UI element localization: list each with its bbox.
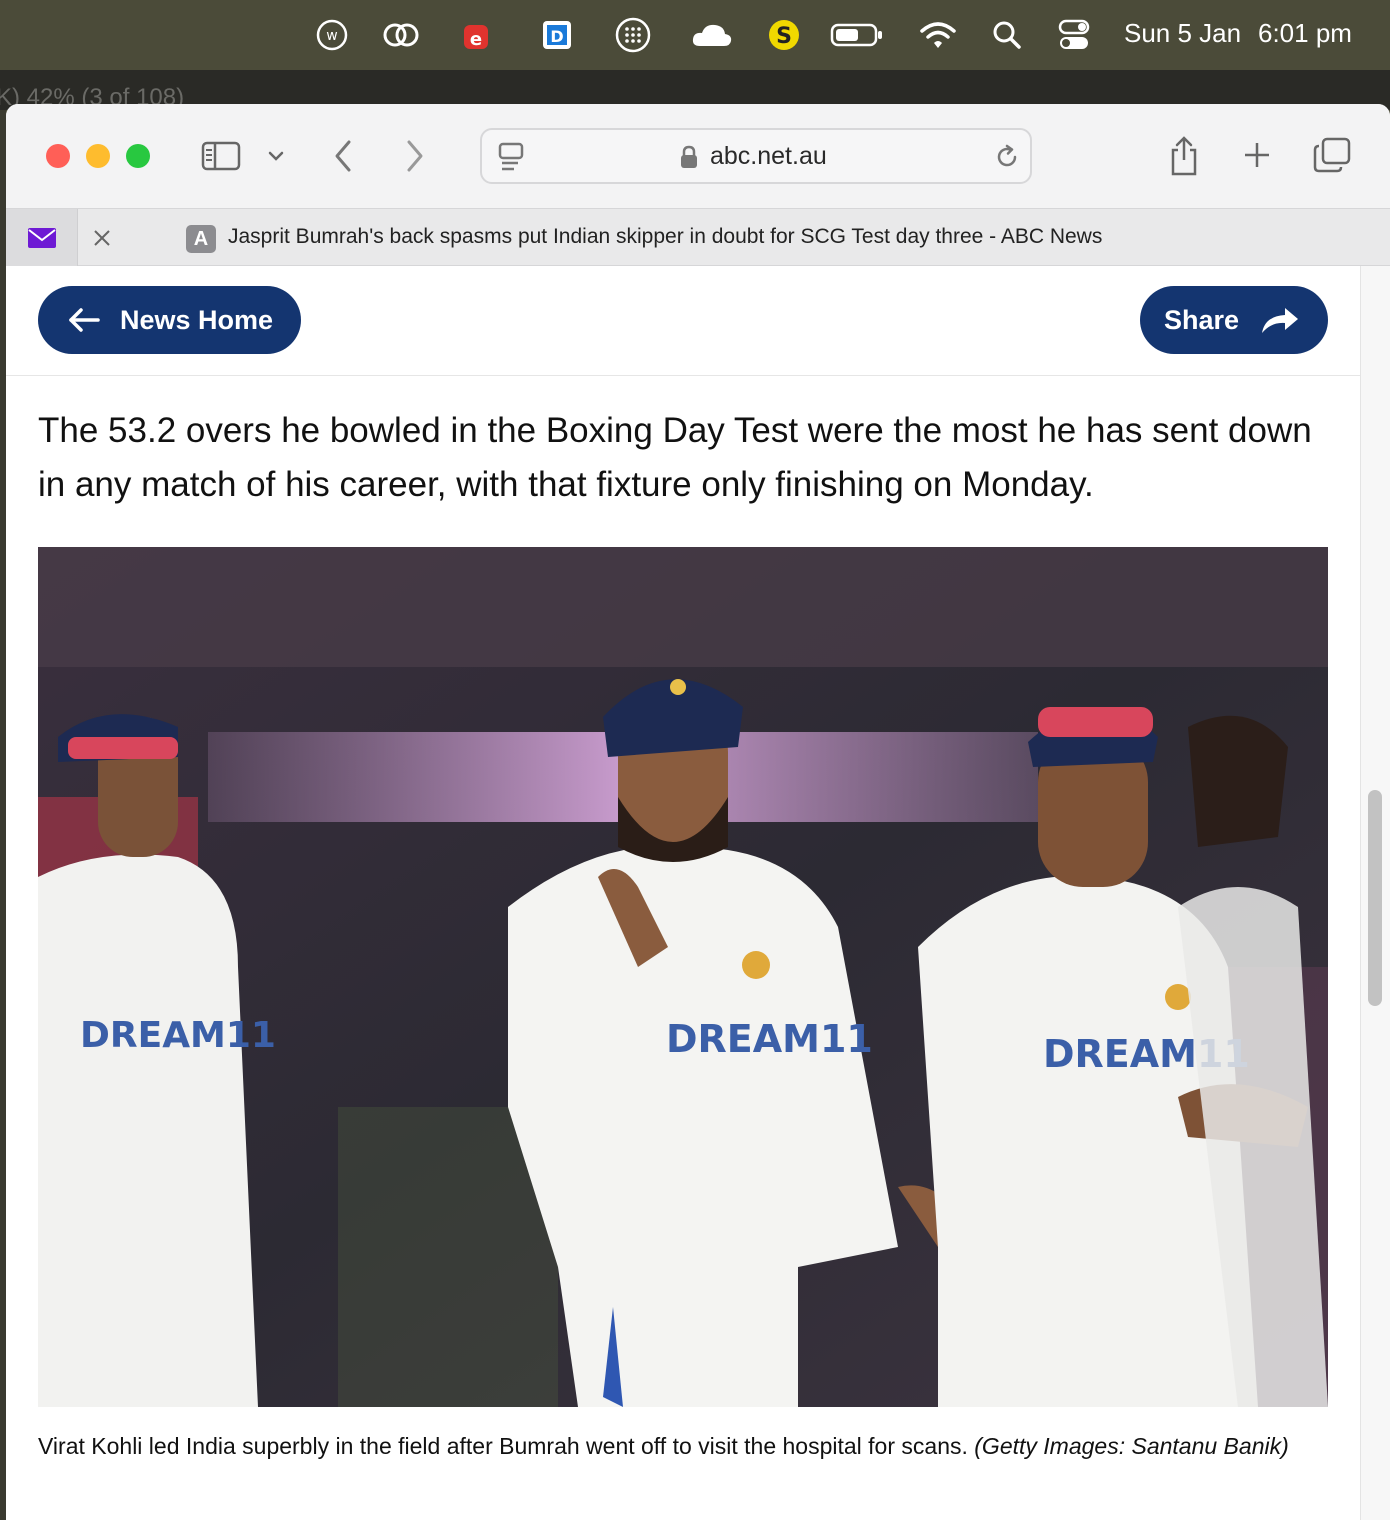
browser-toolbar: abc.net.au bbox=[6, 104, 1390, 208]
dashlane-icon[interactable]: D bbox=[540, 17, 574, 53]
spotlight-search-icon[interactable] bbox=[990, 17, 1024, 53]
lock-icon bbox=[678, 144, 700, 170]
battery-icon[interactable] bbox=[830, 17, 884, 53]
reload-icon[interactable] bbox=[992, 142, 1022, 172]
menubar-time[interactable]: 6:01 pm bbox=[1258, 18, 1352, 49]
page-header: News Home Share bbox=[6, 266, 1360, 376]
share-arrow-icon bbox=[1262, 308, 1299, 333]
news-home-label: News Home bbox=[120, 304, 274, 335]
article-paragraph: The 53.2 overs he bowled in the Boxing D… bbox=[38, 411, 1312, 504]
tab-title[interactable]: Jasprit Bumrah's back spasms put Indian … bbox=[228, 225, 1102, 249]
svg-text:S: S bbox=[776, 24, 792, 49]
forward-icon[interactable] bbox=[400, 136, 430, 176]
zoom-window-button[interactable] bbox=[126, 144, 150, 168]
article-photo: DREAM11 DREAM11 DREAM11 bbox=[38, 547, 1328, 1407]
tab-favicon: A bbox=[186, 225, 216, 253]
sidebar-toggle-icon[interactable] bbox=[200, 138, 242, 174]
creative-cloud-icon[interactable] bbox=[380, 17, 422, 53]
mail-icon bbox=[27, 228, 56, 248]
address-bar[interactable]: abc.net.au bbox=[480, 128, 1032, 184]
chevron-down-icon[interactable] bbox=[264, 144, 288, 168]
share-button[interactable]: Share bbox=[1140, 286, 1328, 354]
share-label: Share bbox=[1164, 304, 1240, 335]
pinned-mail-tab[interactable] bbox=[6, 209, 78, 267]
tab-bar: A Jasprit Bumrah's back spasms put India… bbox=[6, 208, 1390, 267]
url-text[interactable]: abc.net.au bbox=[710, 142, 827, 171]
menu-bar: w e D S Sun 5 Jan 6:01 pm bbox=[0, 0, 1390, 70]
jersey-text-left: DREAM11 bbox=[80, 1015, 276, 1056]
grid-dots-icon[interactable] bbox=[614, 17, 652, 53]
caption-text: Virat Kohli led India superbly in the fi… bbox=[38, 1433, 968, 1459]
tab-overview-icon[interactable] bbox=[1312, 136, 1352, 174]
menubar-date[interactable]: Sun 5 Jan bbox=[1124, 18, 1241, 49]
minimize-window-button[interactable] bbox=[86, 144, 110, 168]
new-tab-icon[interactable] bbox=[1242, 140, 1272, 170]
close-window-button[interactable] bbox=[46, 144, 70, 168]
wifi-icon[interactable] bbox=[918, 17, 958, 53]
control-center-icon[interactable] bbox=[1056, 17, 1092, 53]
w-circle-icon[interactable]: w bbox=[314, 17, 350, 53]
page-menu-icon[interactable] bbox=[496, 140, 526, 174]
cloud-icon[interactable] bbox=[690, 17, 734, 53]
news-home-button[interactable]: News Home bbox=[38, 286, 301, 354]
photo-credit: (Getty Images: Santanu Banik) bbox=[974, 1433, 1289, 1459]
back-icon[interactable] bbox=[328, 136, 358, 176]
browser-window: abc.net.au A Jasprit Bumrah's back spasm… bbox=[6, 104, 1390, 1520]
arrow-left-icon bbox=[69, 308, 100, 332]
svg-text:w: w bbox=[326, 28, 337, 44]
svg-text:e: e bbox=[470, 29, 482, 50]
jersey-text-center: DREAM11 bbox=[666, 1017, 873, 1061]
share-sheet-icon[interactable] bbox=[1166, 132, 1202, 178]
web-page: News Home Share The 53.2 overs he bowled… bbox=[6, 266, 1390, 1520]
s-app-icon[interactable]: S bbox=[766, 17, 802, 53]
svg-text:D: D bbox=[550, 27, 563, 46]
close-tab-icon[interactable] bbox=[88, 224, 116, 252]
e-app-icon[interactable]: e bbox=[460, 17, 492, 53]
photo-caption: Virat Kohli led India superbly in the fi… bbox=[38, 1426, 1298, 1466]
scrollbar-thumb[interactable] bbox=[1368, 790, 1382, 1006]
